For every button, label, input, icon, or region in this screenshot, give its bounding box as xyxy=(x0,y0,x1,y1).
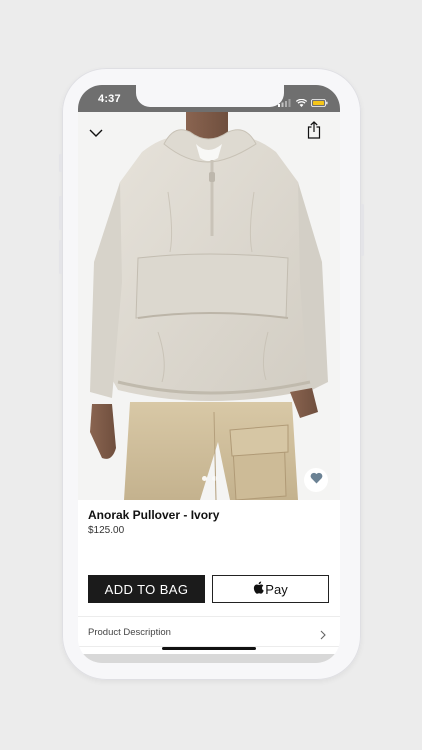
product-description-label: Product Description xyxy=(88,627,171,638)
status-bar: 4:37 xyxy=(78,85,340,112)
page-dot[interactable] xyxy=(201,476,207,481)
product-title: Anorak Pullover - Ivory xyxy=(88,508,220,522)
page-dot[interactable] xyxy=(211,476,217,481)
home-indicator[interactable] xyxy=(162,647,256,650)
product-description-row[interactable]: Product Description xyxy=(78,617,340,647)
apple-pay-button[interactable]: Pay xyxy=(212,575,329,603)
share-button[interactable] xyxy=(304,120,324,144)
mute-switch xyxy=(59,154,62,172)
app-screen: 4:37 Anorak Pullover - Ivory $125.00 ADD… xyxy=(78,85,340,663)
wifi-icon xyxy=(295,94,308,112)
apple-logo-icon xyxy=(253,581,264,597)
status-icons xyxy=(278,94,328,112)
gallery-pagination xyxy=(78,476,340,481)
bottom-strip xyxy=(78,654,340,663)
share-icon xyxy=(307,120,321,144)
favorite-button[interactable] xyxy=(304,468,328,492)
add-to-bag-button[interactable]: ADD TO BAG xyxy=(88,575,205,603)
power-button xyxy=(361,204,364,256)
status-time: 4:37 xyxy=(98,93,121,105)
product-image[interactable] xyxy=(78,112,340,500)
chevron-right-icon xyxy=(320,627,326,645)
collapse-button[interactable] xyxy=(86,124,106,144)
volume-up-button xyxy=(59,196,62,230)
volume-down-button xyxy=(59,240,62,274)
battery-icon xyxy=(311,94,328,112)
signal-icon xyxy=(278,94,292,112)
product-price: $125.00 xyxy=(88,525,125,536)
product-photo xyxy=(78,112,340,500)
apple-pay-label: Pay xyxy=(265,581,288,597)
chevron-down-icon xyxy=(89,125,103,143)
heart-icon xyxy=(310,471,323,489)
notch xyxy=(136,85,284,107)
